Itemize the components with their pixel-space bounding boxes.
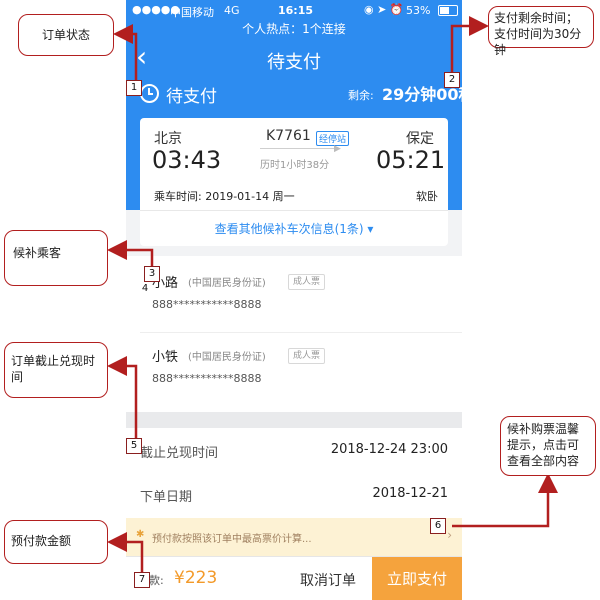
seat-type: 软卧 <box>416 190 438 203</box>
duration: 历时1小时38分 <box>260 160 330 171</box>
callout-badge-alt: 4 <box>141 283 149 294</box>
ticket-type-tag: 成人票 <box>288 348 326 364</box>
annotation-order-status: 订单状态 <box>18 14 114 56</box>
order-date-value: 2018-12-21 <box>372 486 448 501</box>
annotation-deadline: 订单截止兑现时间 <box>4 342 108 398</box>
order-date-label: 下单日期 <box>140 490 193 505</box>
location-icon: ◉ ➤ ⏰ <box>364 3 404 16</box>
passenger-row[interactable]: 小铁 (中国居民身份证) 成人票 888***********8888 <box>140 332 462 412</box>
callout-badge: 3 <box>144 266 160 282</box>
passenger-id-type: (中国居民身份证) <box>188 278 266 289</box>
deadline-value: 2018-12-24 23:00 <box>330 442 448 457</box>
order-status-label: 待支付 <box>166 87 217 107</box>
annotation-tips: 候补购票温馨提示，点击可查看全部内容 <box>500 416 596 476</box>
callout-badge: 2 <box>444 72 460 88</box>
hotspot-banner: 个人热点：1个连接 <box>126 20 462 38</box>
bottom-action-bar: 付款: ¥223 取消订单 立即支付 <box>126 556 462 600</box>
cancel-order-button[interactable]: 取消订单 <box>300 570 356 590</box>
train-number: K7761 <box>266 128 311 144</box>
battery-percent: 53% <box>406 4 431 17</box>
clock-icon <box>140 84 159 103</box>
section-divider <box>126 412 462 428</box>
callout-badge: 7 <box>134 572 150 588</box>
ticket-type-tag: 成人票 <box>288 274 326 290</box>
pay-now-button[interactable]: 立即支付 <box>372 557 462 600</box>
depart-time: 03:43 <box>152 146 222 174</box>
more-trains-link[interactable]: 查看其他候补车次信息(1条) ▾ <box>140 220 448 237</box>
passenger-name: 小铁 <box>152 350 179 365</box>
ticket-card: 北京 K7761 经停站 保定 03:43 ▶ 历时1小时38分 05:21 乘… <box>140 118 448 246</box>
status-bar: ●●●●● 中国移动 4G 16:15 ◉ ➤ ⏰ 53% <box>126 0 462 20</box>
network-type: 4G <box>224 4 240 17</box>
more-trains-label: 查看其他候补车次信息(1条) <box>214 222 364 236</box>
triangle-down-icon: ▾ <box>363 222 374 236</box>
callout-badge: 6 <box>430 518 446 534</box>
callout-badge: 5 <box>126 438 142 454</box>
prepay-amount: ¥223 <box>174 568 218 588</box>
clock: 16:15 <box>278 4 314 17</box>
bell-icon: ✱ <box>136 529 145 540</box>
order-info-section: 截止兑现时间 2018-12-24 23:00 下单日期 2018-12-21 <box>126 428 462 518</box>
passenger-id-number: 888***********8888 <box>152 298 262 311</box>
tips-banner[interactable]: ✱ 预付款按照该订单中最高票价计算... › <box>126 518 462 556</box>
passenger-row[interactable]: 小路 (中国居民身份证) 成人票 888***********8888 <box>140 256 462 333</box>
ride-date: 乘车时间: 2019-01-14 周一 <box>154 190 295 203</box>
to-station: 保定 <box>406 131 434 147</box>
annotation-pay-time: 支付剩余时间；支付时间为30分钟 <box>488 6 594 57</box>
carrier: 中国移动 <box>170 6 214 19</box>
arrow-tips <box>452 473 558 528</box>
chevron-right-icon: › <box>447 528 452 542</box>
phone-screen: ●●●●● 中国移动 4G 16:15 ◉ ➤ ⏰ 53% 个人热点：1个连接 … <box>126 0 462 600</box>
passenger-id-type: (中国居民身份证) <box>188 352 266 363</box>
arrive-time: 05:21 <box>376 146 446 174</box>
tips-text: 预付款按照该订单中最高票价计算... <box>152 534 312 545</box>
battery-icon <box>438 5 458 16</box>
annotation-prepay: 预付款金额 <box>4 520 108 564</box>
passenger-id-number: 888***********8888 <box>152 372 262 385</box>
via-stations-link[interactable]: 经停站 <box>316 131 350 146</box>
card-divider <box>140 210 448 211</box>
deadline-label: 截止兑现时间 <box>140 446 219 461</box>
page-title: 待支付 <box>267 52 321 73</box>
route-line <box>260 148 338 149</box>
annotation-passenger: 候补乘客 <box>4 230 108 286</box>
passenger-section: 小路 (中国居民身份证) 成人票 888***********8888 小铁 (… <box>126 256 462 412</box>
nav-bar: ‹ 待支付 <box>126 38 462 78</box>
from-station: 北京 <box>154 131 182 147</box>
remaining-label: 剩余: <box>348 89 374 102</box>
route-arrow-icon: ▶ <box>334 144 341 154</box>
order-status-row: 待支付 剩余: 29分钟00秒 <box>126 78 462 110</box>
callout-badge: 1 <box>126 80 142 96</box>
